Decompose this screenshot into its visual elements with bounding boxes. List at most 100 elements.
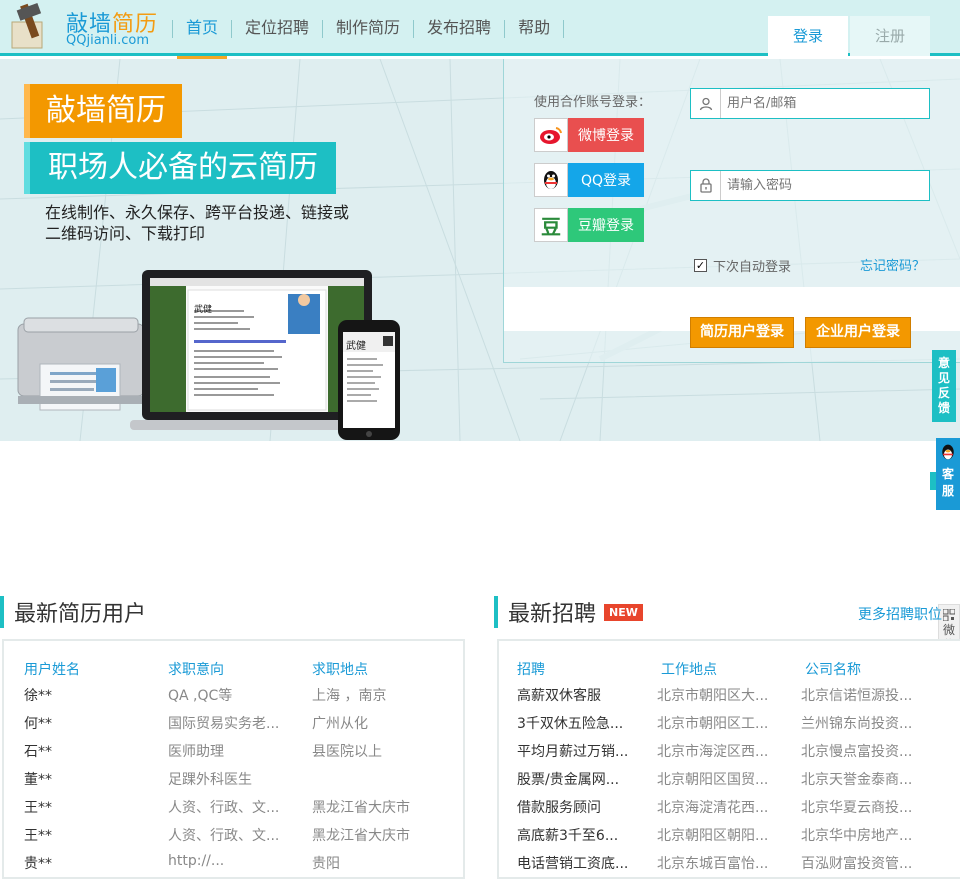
- resume-user-login-button[interactable]: 简历用户登录: [690, 317, 794, 348]
- weibo-login-label: 微博登录: [578, 128, 634, 144]
- work-location-cell: 北京东城百富怡...: [657, 856, 769, 872]
- customer-service-button[interactable]: 客服: [936, 438, 960, 510]
- latest-jobs-table: 招聘 工作地点 公司名称 高薪双休客服 北京市朝阳区大... 北京信诺恒源投... 3…: [497, 639, 960, 879]
- job-row[interactable]: 借款服务顾问 北京海淀清花西... 北京华夏云商投...: [499, 797, 960, 825]
- job-row[interactable]: 高薪双休客服 北京市朝阳区大... 北京信诺恒源投...: [499, 685, 960, 713]
- main-nav: 首页 定位招聘 制作简历 发布招聘 帮助: [172, 0, 565, 59]
- nav-make-resume[interactable]: 制作简历: [323, 0, 413, 56]
- column-header-location: 求职地点: [312, 662, 368, 678]
- job-row[interactable]: 高底薪3千至6... 北京朝阳区朝阳... 北京华中房地产...: [499, 825, 960, 853]
- resume-row[interactable]: 董** 足踝外科医生: [4, 769, 463, 797]
- printer-icon: [17, 317, 145, 411]
- user-name-cell: 何**: [24, 716, 52, 732]
- job-location-cell: 县医院以上: [312, 744, 382, 760]
- tab-register[interactable]: 注册: [850, 16, 930, 56]
- latest-jobs-title: 最新招聘: [508, 602, 597, 627]
- lock-icon: [691, 171, 721, 200]
- nav-location-jobs[interactable]: 定位招聘: [232, 0, 322, 56]
- job-row[interactable]: 股票/贵金属网... 北京朝阳区国贸... 北京天誉金泰商...: [499, 769, 960, 797]
- password-input[interactable]: [727, 178, 917, 193]
- douban-icon: 豆: [534, 208, 568, 242]
- job-intent-cell: QA ,QC等: [168, 688, 233, 704]
- nav-help[interactable]: 帮助: [505, 0, 563, 56]
- resume-row[interactable]: 石** 医师助理 县医院以上: [4, 741, 463, 769]
- hero-banner: 敲墙简历 职场人必备的云简历 在线制作、永久保存、跨平台投递、链接或 二维码访问…: [0, 59, 960, 441]
- company-name-cell: 北京华夏云商投...: [801, 800, 913, 816]
- password-field[interactable]: [690, 170, 930, 201]
- job-intent-cell: http://...: [168, 853, 225, 869]
- site-header: 敲墙简历 QQjianli.com 首页 定位招聘 制作简历 发布招聘 帮助 登…: [0, 0, 960, 59]
- qq-login-button[interactable]: QQ登录: [534, 163, 644, 197]
- job-location-cell: 广州从化: [312, 716, 368, 732]
- column-header-name: 用户姓名: [24, 662, 80, 678]
- weibo-login-button[interactable]: 微博登录: [534, 118, 644, 152]
- feedback-sidebar-button[interactable]: 意见反馈: [932, 350, 956, 422]
- work-location-cell: 北京朝阳区国贸...: [657, 772, 769, 788]
- user-name-cell: 石**: [24, 744, 52, 760]
- latest-resumes-header: 最新简历用户: [0, 596, 146, 628]
- section-accent-bar: [0, 596, 4, 628]
- job-intent-cell: 国际贸易实务老...: [168, 716, 280, 732]
- job-title-cell: 股票/贵金属网...: [517, 772, 620, 788]
- resume-row[interactable]: 贵** http://... 贵阳: [4, 853, 463, 881]
- remember-me[interactable]: ✓ 下次自动登录: [694, 256, 791, 275]
- resume-row[interactable]: 王** 人资、行政、文... 黑龙江省大庆市: [4, 825, 463, 853]
- job-intent-cell: 医师助理: [168, 744, 224, 760]
- work-location-cell: 北京朝阳区朝阳...: [657, 828, 769, 844]
- username-input[interactable]: [727, 96, 917, 111]
- devices-illustration: [17, 270, 400, 440]
- company-name-cell: 百泓财富投资管...: [801, 856, 913, 872]
- resume-row[interactable]: 何** 国际贸易实务老... 广州从化: [4, 713, 463, 741]
- nav-post-job[interactable]: 发布招聘: [414, 0, 504, 56]
- douban-login-button[interactable]: 豆 豆瓣登录: [534, 208, 644, 242]
- login-panel: 使用合作账号登录： 微博登录 QQ登录 豆 豆瓣登录 用户名/邮箱 ✓ 下次自动…: [503, 59, 960, 363]
- hero-description-line: 二维码访问、下载打印: [45, 224, 206, 243]
- user-name-cell: 王**: [24, 828, 52, 844]
- job-row[interactable]: 平均月薪过万销... 北京市海淀区西... 北京慢点富投资...: [499, 741, 960, 769]
- brand-url: QQjianli.com: [66, 33, 150, 48]
- username-field[interactable]: [690, 88, 930, 119]
- qq-penguin-icon: [534, 163, 568, 197]
- user-name-cell: 贵**: [24, 856, 52, 872]
- hammer-logo-icon[interactable]: [8, 2, 58, 52]
- job-intent-cell: 人资、行政、文...: [168, 828, 280, 844]
- qq-login-label: QQ登录: [580, 173, 632, 189]
- hero-description-line: 在线制作、永久保存、跨平台投递、链接或: [45, 203, 350, 222]
- column-header-job: 招聘: [517, 662, 545, 678]
- weibo-icon: [534, 118, 568, 152]
- nav-home[interactable]: 首页: [173, 0, 231, 59]
- company-name-cell: 兰州锦东尚投资...: [801, 716, 913, 732]
- user-icon: [691, 89, 721, 118]
- work-location-cell: 北京市海淀区西...: [657, 744, 769, 760]
- resume-row[interactable]: 王** 人资、行政、文... 黑龙江省大庆市: [4, 797, 463, 825]
- column-header-company: 公司名称: [805, 662, 861, 678]
- resume-row[interactable]: 徐** QA ,QC等 上海 ，南京: [4, 685, 463, 713]
- company-name-cell: 北京华中房地产...: [801, 828, 913, 844]
- phone-resume-name: 武健: [346, 341, 366, 352]
- user-name-cell: 王**: [24, 800, 52, 816]
- column-header-work-location: 工作地点: [661, 662, 717, 678]
- job-row[interactable]: 3千双休五险急... 北京市朝阳区工... 兰州锦东尚投资...: [499, 713, 960, 741]
- work-location-cell: 北京市朝阳区工...: [657, 716, 769, 732]
- user-name-cell: 董**: [24, 772, 52, 788]
- job-title-cell: 3千双休五险急...: [517, 716, 624, 732]
- nav-divider: [563, 20, 565, 38]
- tab-login[interactable]: 登录: [768, 16, 848, 56]
- more-jobs-link[interactable]: 更多招聘职位: [858, 604, 942, 624]
- feedback-label: 意见反馈: [937, 356, 950, 415]
- user-name-cell: 徐**: [24, 688, 52, 704]
- latest-resumes-table: 用户姓名 求职意向 求职地点 徐** QA ,QC等 上海 ，南京 何** 国际贸易实务…: [2, 639, 465, 879]
- forgot-password-link[interactable]: 忘记密码？: [860, 255, 925, 274]
- work-location-cell: 北京市朝阳区大...: [657, 688, 769, 704]
- remember-checkbox[interactable]: ✓: [694, 259, 707, 272]
- partner-login-label: 使用合作账号登录：: [534, 95, 652, 110]
- latest-jobs-header: 最新招聘 NEW: [494, 596, 643, 628]
- job-intent-cell: 人资、行政、文...: [168, 800, 280, 816]
- job-title-cell: 高薪双休客服: [517, 688, 601, 704]
- company-user-login-button[interactable]: 企业用户登录: [805, 317, 911, 348]
- work-location-cell: 北京海淀清花西...: [657, 800, 769, 816]
- qq-penguin-icon: [936, 438, 960, 466]
- job-title-cell: 高底薪3千至6...: [517, 828, 619, 844]
- column-header-intent: 求职意向: [168, 662, 224, 678]
- job-row[interactable]: 电话营销工资底... 北京东城百富怡... 百泓财富投资管...: [499, 853, 960, 881]
